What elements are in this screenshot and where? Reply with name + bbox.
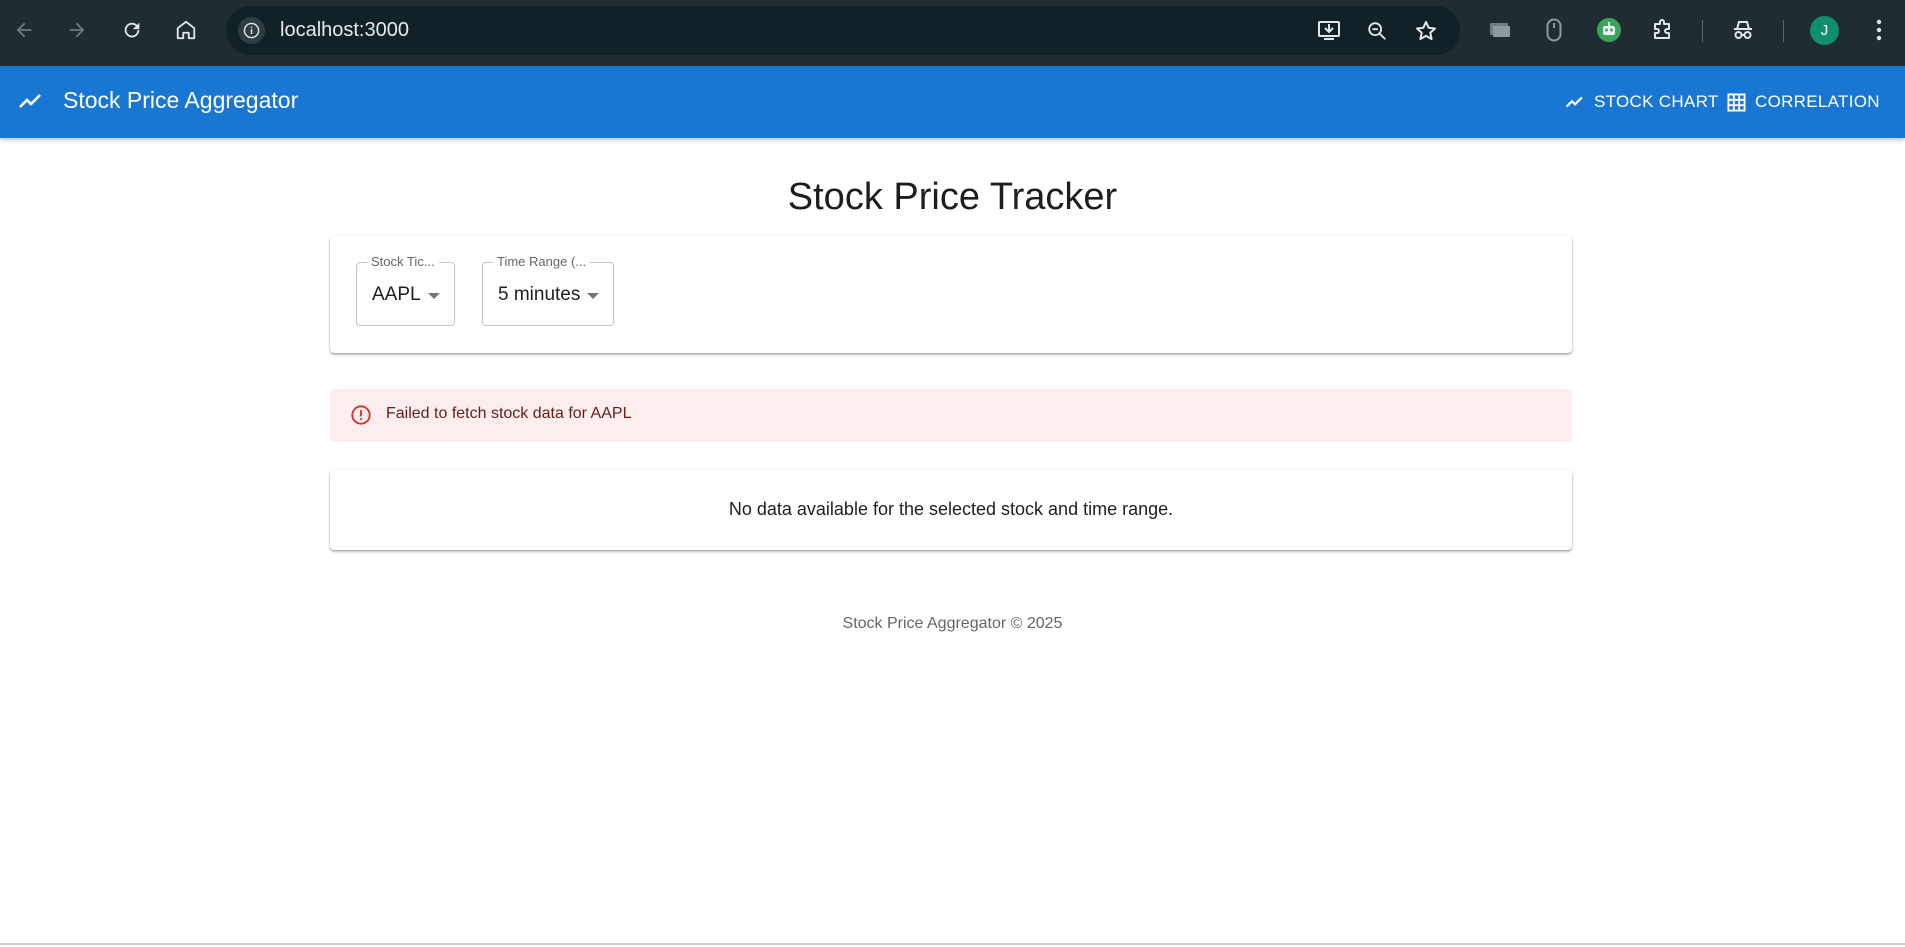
url-text: localhost:3000 (280, 19, 409, 41)
nav-stock-chart[interactable]: STOCK CHART (1565, 90, 1719, 114)
footer-text: Stock Price Aggregator © 2025 (842, 615, 1063, 632)
zoom-icon[interactable] (1364, 19, 1390, 43)
nav-stock-chart-label: STOCK CHART (1594, 92, 1719, 111)
nav-correlation[interactable]: CORRELATION (1727, 90, 1880, 114)
tab-search-extension-icon[interactable] (1486, 16, 1514, 44)
trending-up-icon (1565, 96, 1583, 108)
address-bar[interactable]: localhost:3000 (226, 6, 1460, 55)
no-data-message: No data available for the selected stock… (728, 499, 1174, 519)
grid-icon (1727, 92, 1746, 112)
home-icon (176, 20, 196, 40)
trending-up-icon (19, 94, 41, 108)
no-data-card: No data available for the selected stock… (330, 470, 1572, 550)
robot-extension-icon[interactable] (1595, 16, 1623, 44)
browser-toolbar: localhost:3000 J (0, 0, 1905, 66)
error-outline-icon (351, 405, 371, 425)
profile-avatar[interactable]: J (1810, 16, 1839, 45)
divider (0, 943, 1905, 945)
error-message: Failed to fetch stock data for AAPL (386, 405, 632, 422)
time-range-value: 5 minutes (498, 284, 581, 305)
chevron-down-icon (587, 293, 599, 299)
nav-correlation-label: CORRELATION (1755, 92, 1880, 111)
stock-ticker-value: AAPL (372, 284, 421, 305)
stock-ticker-select[interactable]: Stock Tic... AAPL (356, 254, 455, 326)
incognito-icon[interactable] (1729, 16, 1757, 44)
mouse-extension-icon[interactable] (1540, 16, 1568, 44)
app-title[interactable]: Stock Price Aggregator (63, 87, 298, 114)
toolbar-divider (1702, 20, 1703, 42)
arrow-right-icon (69, 22, 85, 38)
forward-button[interactable] (61, 14, 93, 46)
reload-icon (124, 22, 140, 38)
controls-card: Stock Tic... AAPL Time Range (... 5 minu… (330, 236, 1572, 353)
reload-button[interactable] (116, 14, 148, 46)
error-alert: Failed to fetch stock data for AAPL (330, 389, 1572, 442)
chevron-down-icon (428, 293, 440, 299)
site-info-icon[interactable] (238, 17, 265, 44)
time-range-label: Time Range (... (493, 254, 591, 269)
back-button[interactable] (8, 14, 40, 46)
toolbar-divider (1783, 20, 1784, 42)
home-button[interactable] (170, 14, 202, 46)
stock-ticker-label: Stock Tic... (367, 254, 439, 269)
browser-menu-icon[interactable] (1865, 16, 1893, 44)
arrow-left-icon (16, 22, 32, 38)
time-range-select[interactable]: Time Range (... 5 minutes (482, 254, 614, 326)
page-title: Stock Price Tracker (787, 176, 1118, 218)
bookmark-star-icon[interactable] (1413, 19, 1439, 43)
install-app-icon[interactable] (1316, 19, 1342, 43)
app-bar: Stock Price Aggregator STOCK CHART CORRE… (0, 66, 1905, 138)
extensions-puzzle-icon[interactable] (1649, 16, 1677, 44)
